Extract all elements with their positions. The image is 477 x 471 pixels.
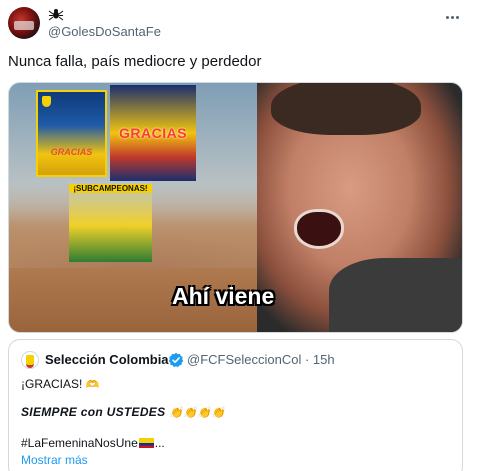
team-photo-thumbnail: GRACIAS (36, 90, 107, 177)
tweet-media-image[interactable]: GRACIAS GRACIAS ¡SUBCAMPEONAS! Ahí viene (8, 82, 463, 333)
verified-badge-icon (168, 352, 184, 368)
team-photo-thumbnail: GRACIAS (110, 85, 196, 181)
quoted-text-line: ¡GRACIAS! 🫶 (21, 376, 99, 393)
quoted-author-name[interactable]: Selección Colombia (45, 352, 169, 368)
dot-icon (445, 15, 449, 19)
dot-icon (450, 15, 454, 19)
colombia-flag-icon (138, 438, 154, 448)
tweet-text: Nunca falla, país mediocre y perdedor (8, 53, 262, 70)
author-avatar[interactable] (8, 7, 40, 39)
quoted-timestamp: · 15h (304, 352, 335, 367)
quoted-author-handle[interactable]: @FCFSeleccionCol · 15h (187, 352, 335, 368)
man-shirt (329, 258, 462, 332)
quoted-text-line: SIEMPRE con USTEDES 👏👏👏👏 (21, 404, 225, 421)
quoted-text: ¡GRACIAS! (21, 377, 86, 391)
man-mouth (294, 209, 344, 249)
spider-icon (48, 9, 64, 21)
author-handle[interactable]: @GolesDoSantaFe (48, 25, 161, 39)
thumbnail-label: GRACIAS (118, 125, 188, 141)
quoted-tweet[interactable]: Selección Colombia @FCFSeleccionCol · 15… (8, 339, 463, 471)
hashtag-link[interactable]: #LaFemeninaNosUne (21, 436, 138, 450)
quoted-author-avatar[interactable] (21, 351, 39, 369)
team-photo-thumbnail: ¡SUBCAMPEONAS! (69, 181, 152, 262)
heart-hands-emoji: 🫶 (85, 378, 100, 391)
crest-icon (42, 96, 51, 107)
show-more-link[interactable]: Mostrar más (21, 452, 88, 468)
man-hair (271, 83, 421, 135)
quoted-handle-text: @FCFSeleccionCol (187, 352, 302, 367)
dot-icon (455, 15, 459, 19)
tweet-header: @GolesDoSantaFe (0, 0, 477, 44)
quoted-text-line: #LaFemeninaNosUne... (21, 435, 165, 451)
more-options-button[interactable] (441, 8, 463, 26)
thumbnail-label: GRACIAS (50, 147, 93, 157)
ellipsis: ... (154, 436, 165, 450)
thumbnail-label: ¡SUBCAMPEONAS! (69, 184, 152, 193)
author-display-name[interactable] (48, 6, 64, 25)
meme-caption: Ahí viene (172, 283, 275, 309)
quoted-text: SIEMPRE con USTEDES (21, 405, 170, 419)
clapping-emoji: 👏👏👏👏 (169, 406, 226, 419)
